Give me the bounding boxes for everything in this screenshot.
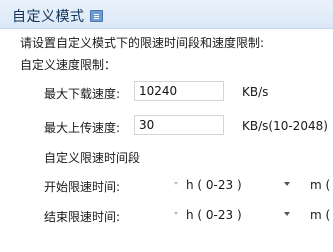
end-hour-select[interactable] [134,204,182,224]
end-minute-select[interactable] [270,204,306,224]
start-minute-select[interactable] [270,174,306,194]
download-unit: KB/s [242,85,269,99]
upload-label: 最大上传速度: [44,121,121,135]
speed-section-title: 自定义速度限制： [20,58,117,72]
end-time-label: 结束限速时间: [44,210,121,224]
upload-speed-input[interactable] [134,115,224,135]
end-minute-dropdown-icon [284,212,290,216]
custom-mode-panel: 自定义模式 请设置自定义模式下的限速时间段和速度限制: 自定义速度限制： 最大下… [0,0,333,252]
panel-header: 自定义模式 [0,0,333,29]
intro-text: 请设置自定义模式下的限速时间段和速度限制: [20,36,265,50]
end-hour-dropdown-icon [174,212,178,215]
time-section-title: 自定义限速时间段 [44,151,141,165]
end-hour-unit: h ( 0-23 ) [186,208,242,222]
start-time-label: 开始限速时间: [44,180,121,194]
download-speed-input[interactable] [134,81,224,101]
start-minute-dropdown-icon [284,182,290,186]
start-hour-unit: h ( 0-23 ) [186,178,242,192]
start-hour-select[interactable] [134,174,182,194]
download-label: 最大下载速度: [44,87,121,101]
collapse-icon[interactable] [90,10,103,22]
end-minute-unit: m ( [310,208,331,222]
panel-title: 自定义模式 [12,9,85,25]
start-hour-dropdown-icon [174,182,178,185]
start-minute-unit: m ( [310,178,331,192]
upload-unit: KB/s(10-2048) [242,119,328,133]
